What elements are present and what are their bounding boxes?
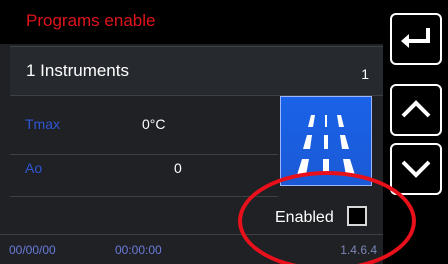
program-tile[interactable] xyxy=(280,96,372,186)
screen: Programs enable 1 Instruments 1 Tmax 0°C… xyxy=(0,0,448,264)
instrument-name: 1 Instruments xyxy=(26,61,129,80)
enabled-checkbox[interactable] xyxy=(347,206,367,226)
param-row-ao[interactable]: Ao 0 xyxy=(10,139,278,197)
param-label-tmax: Tmax xyxy=(25,116,60,132)
enabled-label: Enabled xyxy=(275,209,334,226)
back-arrow-icon xyxy=(401,28,430,48)
param-label-ao: Ao xyxy=(25,160,43,176)
chevron-down-icon xyxy=(401,160,431,178)
chevron-up-icon xyxy=(401,100,431,118)
status-bar: 00/00/00 00:00:00 1.4.6.4 xyxy=(0,235,383,264)
page-title: Programs enable xyxy=(26,11,156,30)
instrument-header[interactable]: 1 Instruments 1 xyxy=(10,46,383,96)
road-lanes-icon xyxy=(297,115,355,175)
status-date: 00/00/00 xyxy=(9,243,56,257)
main-panel: Programs enable 1 Instruments 1 Tmax 0°C… xyxy=(0,0,383,264)
status-version: 1.4.6.4 xyxy=(340,243,377,257)
status-time: 00:00:00 xyxy=(115,243,162,257)
scroll-down-button[interactable] xyxy=(390,143,442,195)
title-bar: Programs enable xyxy=(0,0,383,44)
scroll-up-button[interactable] xyxy=(390,84,442,136)
param-value-tmax: 0°C xyxy=(142,116,166,132)
back-button[interactable] xyxy=(390,13,442,65)
instrument-count: 1 xyxy=(361,66,369,82)
param-value-ao: 0 xyxy=(174,160,182,176)
